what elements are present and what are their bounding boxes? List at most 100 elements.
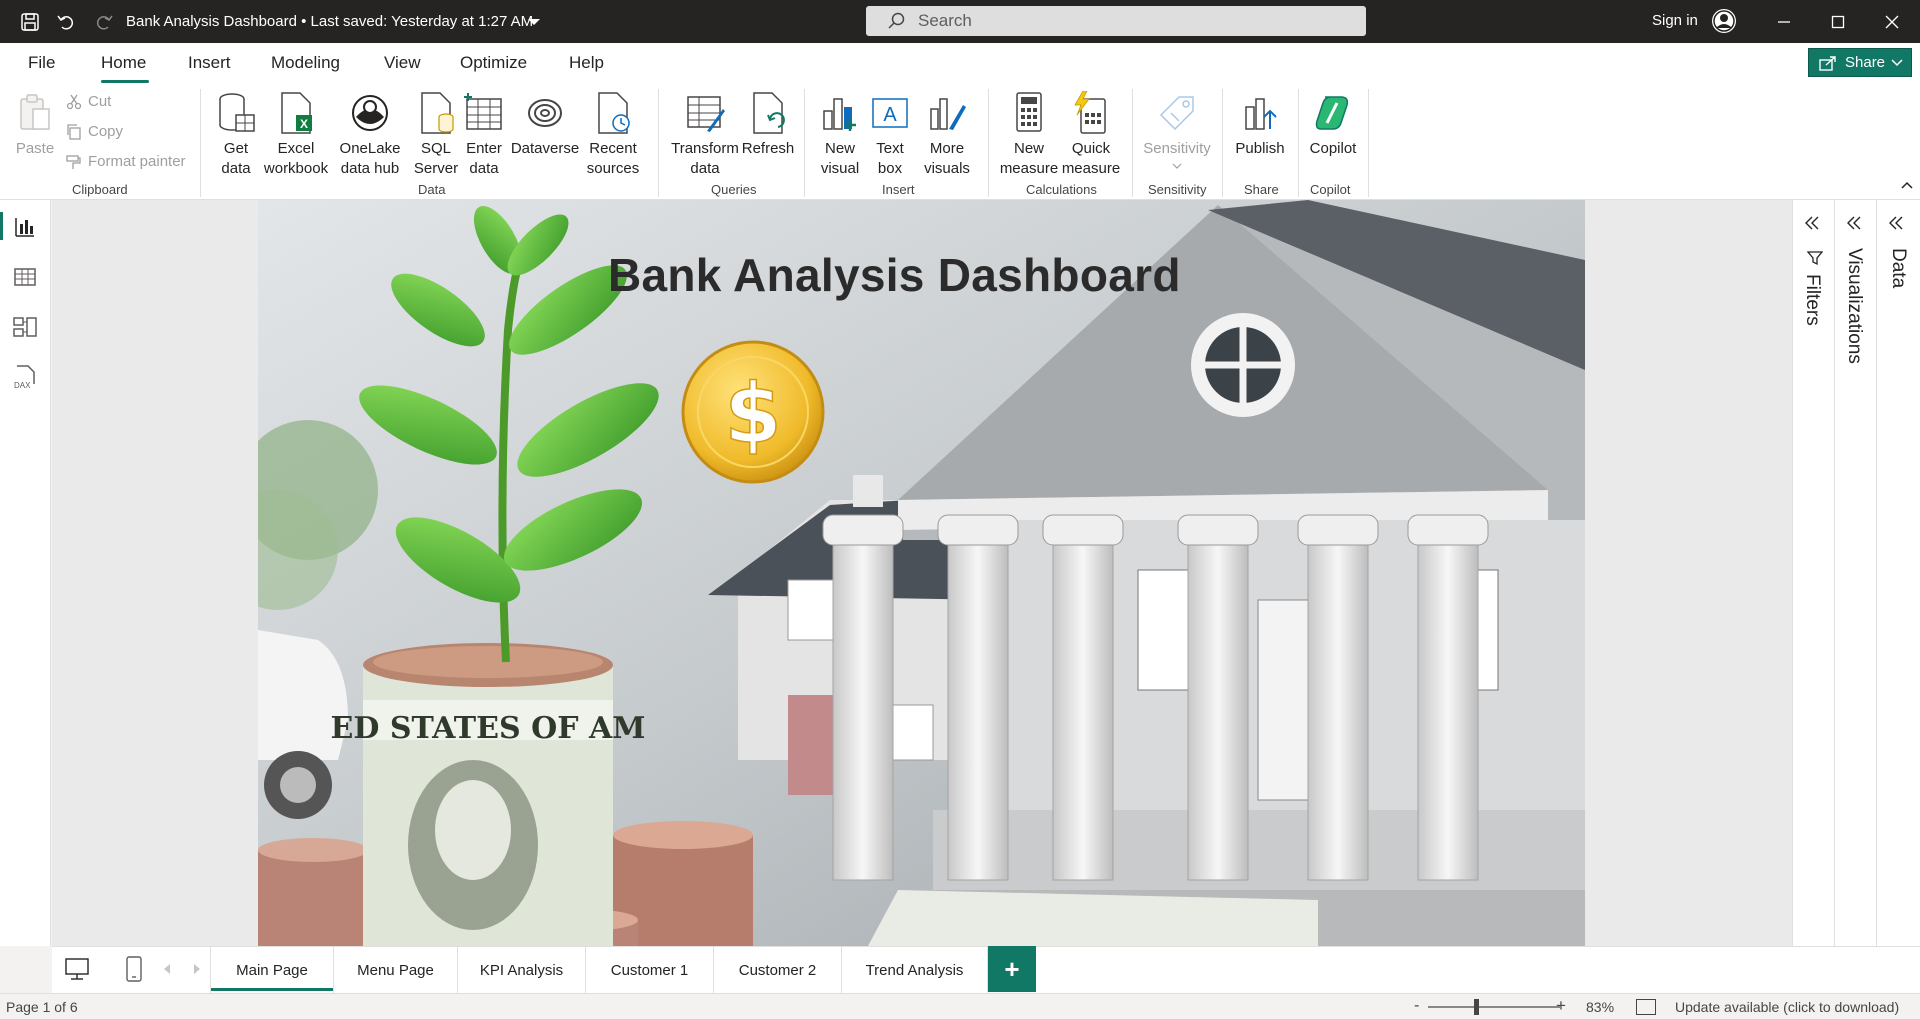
- text-box-button[interactable]: A Text box: [866, 91, 914, 179]
- tab-insert[interactable]: Insert: [188, 53, 231, 73]
- add-page-button[interactable]: +: [988, 946, 1036, 992]
- page-tab-customer-2[interactable]: Customer 2: [714, 947, 842, 993]
- minimize-icon[interactable]: [1772, 10, 1796, 34]
- visualizations-pane[interactable]: Visualizations: [1834, 200, 1876, 946]
- share-button[interactable]: Share: [1808, 48, 1912, 77]
- avatar[interactable]: [1712, 9, 1736, 33]
- tab-view[interactable]: View: [384, 53, 421, 73]
- zoom-slider-thumb[interactable]: [1474, 999, 1479, 1015]
- new-measure-button[interactable]: New measure: [998, 91, 1060, 179]
- group-label-copilot: Copilot: [1310, 182, 1351, 197]
- onelake-data-hub-button[interactable]: OneLake data hub: [332, 91, 408, 179]
- enter-data-button[interactable]: Enter data: [460, 91, 508, 179]
- zoom-level[interactable]: 83%: [1586, 999, 1614, 1015]
- page-tab-customer-1[interactable]: Customer 1: [586, 947, 714, 993]
- fit-to-page-icon[interactable]: [1636, 999, 1656, 1015]
- copilot-icon: [1311, 91, 1355, 135]
- chevron-down-icon: [1172, 163, 1182, 169]
- data-label: Data: [1888, 248, 1909, 289]
- excel-workbook-button[interactable]: X Excel workbook: [262, 91, 330, 179]
- expand-visualizations-icon[interactable]: [1845, 214, 1863, 232]
- collapse-ribbon-icon[interactable]: [1900, 178, 1914, 192]
- banknote-text: ED STATES OF AM: [331, 711, 646, 746]
- filters-pane[interactable]: Filters: [1792, 200, 1834, 946]
- ribbon: Paste Cut Copy Format painter Clipboard …: [0, 83, 1920, 200]
- cut-button[interactable]: Cut: [66, 93, 111, 110]
- table-view-icon[interactable]: [12, 264, 38, 290]
- page-tab-menu-page[interactable]: Menu Page: [334, 947, 458, 993]
- refresh-button[interactable]: Refresh: [740, 91, 796, 159]
- page-tab-kpi-analysis[interactable]: KPI Analysis: [458, 947, 586, 993]
- menu-bar: File Home Insert Modeling View Optimize …: [0, 43, 1920, 83]
- excel-icon: X: [274, 91, 318, 135]
- group-label-clipboard: Clipboard: [72, 182, 128, 197]
- divider: [1222, 89, 1223, 197]
- save-icon[interactable]: [18, 10, 42, 34]
- get-data-button[interactable]: Get data: [208, 91, 264, 179]
- paste-button[interactable]: Paste: [12, 91, 58, 159]
- svg-text:A: A: [883, 104, 897, 126]
- svg-text:$: $: [724, 367, 781, 462]
- update-available-link[interactable]: Update available (click to download): [1675, 999, 1899, 1015]
- page-indicator: Page 1 of 6: [6, 999, 78, 1015]
- format-painter-button[interactable]: Format painter: [66, 153, 186, 170]
- scroll-right-icon[interactable]: [192, 963, 202, 975]
- active-page-indicator: [211, 988, 333, 991]
- page-tab-main-page[interactable]: Main Page: [210, 947, 334, 993]
- divider: [1298, 89, 1299, 197]
- undo-icon[interactable]: [54, 10, 78, 34]
- transform-data-button[interactable]: Transform data: [670, 91, 740, 179]
- publish-icon: [1238, 91, 1282, 135]
- sql-server-button[interactable]: SQL Server: [412, 91, 460, 179]
- recent-sources-button[interactable]: Recent sources: [580, 91, 646, 179]
- report-view-icon[interactable]: [12, 214, 38, 240]
- tab-help[interactable]: Help: [569, 53, 604, 73]
- search-input[interactable]: Search: [866, 6, 1366, 36]
- expand-filters-icon[interactable]: [1803, 214, 1821, 232]
- tab-home[interactable]: Home: [101, 53, 146, 73]
- redo-icon[interactable]: [92, 10, 116, 34]
- visualizations-label: Visualizations: [1844, 248, 1865, 364]
- dax-query-view-icon[interactable]: DAX: [12, 364, 38, 390]
- transform-data-icon: [683, 91, 727, 135]
- new-visual-button[interactable]: New visual: [814, 91, 866, 179]
- quick-measure-icon: [1069, 91, 1113, 135]
- dataverse-button[interactable]: Dataverse: [510, 91, 580, 159]
- sensitivity-button[interactable]: Sensitivity: [1140, 91, 1214, 169]
- calculator-icon: [1007, 91, 1051, 135]
- tab-file[interactable]: File: [28, 53, 55, 73]
- publish-button[interactable]: Publish: [1230, 91, 1290, 159]
- quick-measure-button[interactable]: Quick measure: [1060, 91, 1122, 179]
- close-icon[interactable]: [1880, 10, 1904, 34]
- table-icon: [462, 91, 506, 135]
- desktop-layout-icon[interactable]: [62, 955, 94, 985]
- paste-icon: [13, 91, 57, 135]
- tab-optimize[interactable]: Optimize: [460, 53, 527, 73]
- share-icon: [1819, 56, 1836, 71]
- sign-in-link[interactable]: Sign in: [1652, 12, 1698, 29]
- side-panes: Filters Visualizations Data: [1792, 200, 1920, 993]
- copy-icon: [67, 123, 81, 140]
- model-view-icon[interactable]: [12, 314, 38, 340]
- divider: [1132, 89, 1133, 197]
- page-tab-trend-analysis[interactable]: Trend Analysis: [842, 947, 988, 993]
- data-pane[interactable]: Data: [1876, 200, 1920, 946]
- view-switcher: DAX: [0, 200, 51, 946]
- copy-button[interactable]: Copy: [66, 123, 123, 140]
- chevron-down-icon[interactable]: [528, 19, 540, 25]
- more-visuals-button[interactable]: More visuals: [918, 91, 976, 179]
- zoom-out-button[interactable]: -: [1414, 997, 1419, 1015]
- mobile-layout-icon[interactable]: [122, 955, 146, 985]
- tab-modeling[interactable]: Modeling: [271, 53, 340, 73]
- zoom-in-button[interactable]: +: [1556, 996, 1566, 1016]
- document-title[interactable]: Bank Analysis Dashboard • Last saved: Ye…: [126, 13, 533, 30]
- scroll-left-icon[interactable]: [162, 963, 172, 975]
- svg-text:DAX: DAX: [14, 381, 31, 390]
- bar-chart-icon: [818, 91, 862, 135]
- report-title[interactable]: Bank Analysis Dashboard: [608, 248, 1181, 302]
- expand-data-icon[interactable]: [1887, 214, 1905, 232]
- maximize-icon[interactable]: [1826, 10, 1850, 34]
- copilot-button[interactable]: Copilot: [1306, 91, 1360, 159]
- report-page-canvas[interactable]: ED STATES OF AM $: [258, 200, 1585, 946]
- zoom-slider[interactable]: [1428, 1006, 1560, 1008]
